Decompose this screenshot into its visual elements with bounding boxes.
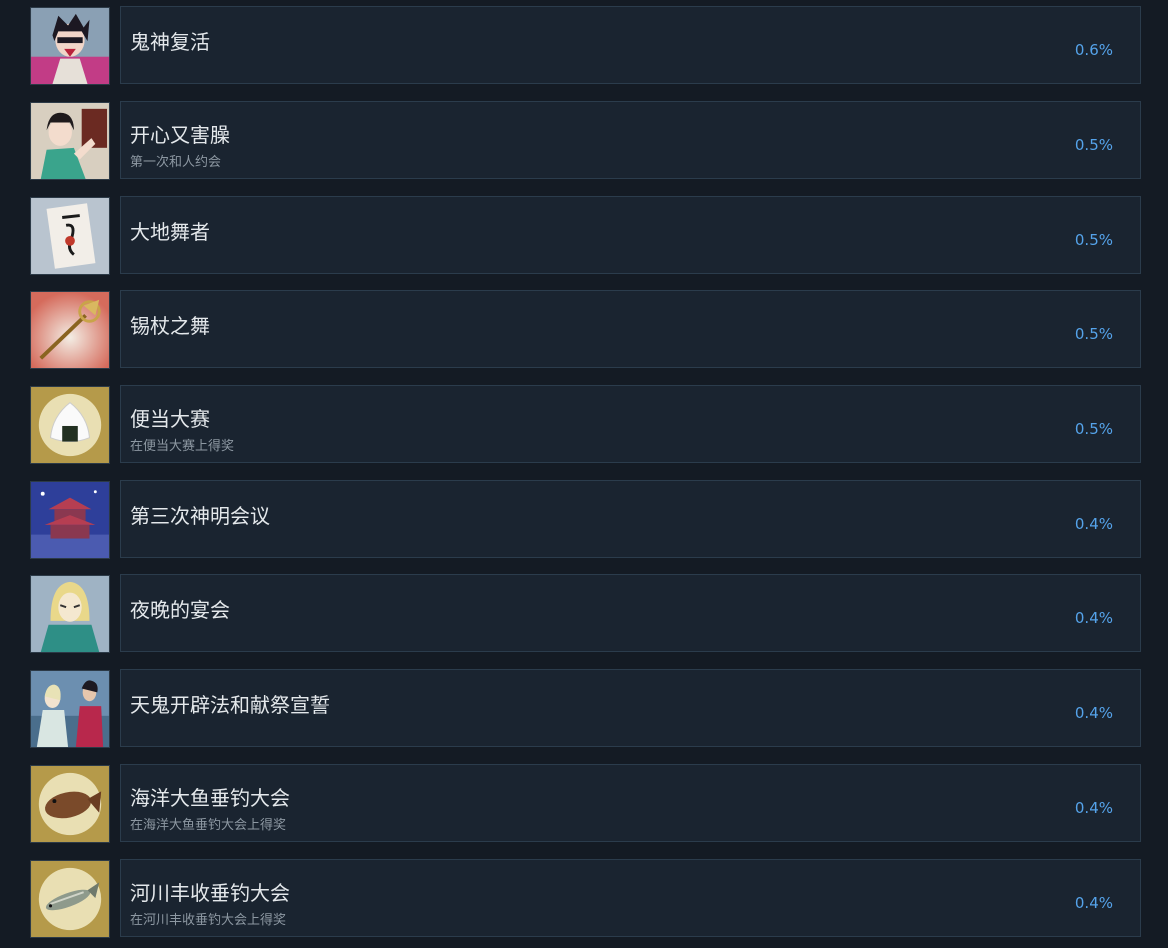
unlock-percent: 0.5% <box>1074 420 1113 438</box>
unlock-percent: 0.5% <box>1074 325 1113 343</box>
achievement-title: 海洋大鱼垂钓大会 <box>130 786 290 810</box>
achievement-description: 在河川丰收垂钓大会上得奖 <box>130 913 287 928</box>
achievement-card[interactable]: 鬼神复活 0.6% <box>120 6 1141 84</box>
rice-ball-icon <box>30 386 110 464</box>
demon-character-icon <box>30 7 110 85</box>
achievement-card[interactable]: 夜晚的宴会 0.4% <box>120 574 1141 652</box>
temple-icon <box>30 481 110 559</box>
achievement-card[interactable]: 开心又害臊 第一次和人约会 0.5% <box>120 101 1141 179</box>
achievement-title: 夜晚的宴会 <box>130 598 230 622</box>
staff-icon <box>30 291 110 369</box>
shy-girl-icon <box>30 102 110 180</box>
achievement-list: 鬼神复活 0.6% 开心又害臊 第一次和人约会 0.5% 大地舞者 0.5% 锡… <box>0 0 1168 948</box>
achievement-description: 在便当大赛上得奖 <box>130 439 235 454</box>
unlock-percent: 0.6% <box>1074 41 1113 59</box>
achievement-row: 便当大赛 在便当大赛上得奖 0.5% <box>0 385 1168 465</box>
unlock-percent: 0.5% <box>1074 136 1113 154</box>
achievement-title: 便当大赛 <box>130 407 210 431</box>
unlock-percent: 0.4% <box>1074 515 1113 533</box>
achievement-card[interactable]: 河川丰收垂钓大会 在河川丰收垂钓大会上得奖 0.4% <box>120 859 1141 937</box>
achievement-card[interactable]: 第三次神明会议 0.4% <box>120 480 1141 558</box>
achievement-row: 海洋大鱼垂钓大会 在海洋大鱼垂钓大会上得奖 0.4% <box>0 764 1168 844</box>
achievement-card[interactable]: 便当大赛 在便当大赛上得奖 0.5% <box>120 385 1141 463</box>
achievement-title: 开心又害臊 <box>130 123 230 147</box>
unlock-percent: 0.4% <box>1074 704 1113 722</box>
unlock-percent: 0.4% <box>1074 799 1113 817</box>
achievement-row: 大地舞者 0.5% <box>0 196 1168 276</box>
two-figures-icon <box>30 670 110 748</box>
achievement-card[interactable]: 天鬼开辟法和献祭宣誓 0.4% <box>120 669 1141 747</box>
achievement-title: 第三次神明会议 <box>130 504 270 528</box>
achievement-description: 在海洋大鱼垂钓大会上得奖 <box>130 818 287 833</box>
unlock-percent: 0.4% <box>1074 609 1113 627</box>
masked-deity-icon <box>30 575 110 653</box>
achievement-row: 夜晚的宴会 0.4% <box>0 574 1168 654</box>
river-fish-icon <box>30 860 110 938</box>
achievement-card[interactable]: 海洋大鱼垂钓大会 在海洋大鱼垂钓大会上得奖 0.4% <box>120 764 1141 842</box>
achievement-title: 锡杖之舞 <box>130 314 210 338</box>
scroll-card-icon <box>30 197 110 275</box>
achievement-row: 第三次神明会议 0.4% <box>0 480 1168 560</box>
achievement-card[interactable]: 大地舞者 0.5% <box>120 196 1141 274</box>
achievement-description: 第一次和人约会 <box>130 155 222 170</box>
achievement-title: 鬼神复活 <box>130 30 210 54</box>
achievement-row: 河川丰收垂钓大会 在河川丰收垂钓大会上得奖 0.4% <box>0 859 1168 939</box>
unlock-percent: 0.5% <box>1074 231 1113 249</box>
achievement-row: 开心又害臊 第一次和人约会 0.5% <box>0 101 1168 181</box>
achievement-card[interactable]: 锡杖之舞 0.5% <box>120 290 1141 368</box>
achievement-title: 河川丰收垂钓大会 <box>130 881 290 905</box>
achievement-row: 锡杖之舞 0.5% <box>0 290 1168 370</box>
achievement-row: 鬼神复活 0.6% <box>0 6 1168 86</box>
unlock-percent: 0.4% <box>1074 894 1113 912</box>
flatfish-icon <box>30 765 110 843</box>
achievement-title: 大地舞者 <box>130 220 210 244</box>
achievement-title: 天鬼开辟法和献祭宣誓 <box>130 693 330 717</box>
achievement-row: 天鬼开辟法和献祭宣誓 0.4% <box>0 669 1168 749</box>
